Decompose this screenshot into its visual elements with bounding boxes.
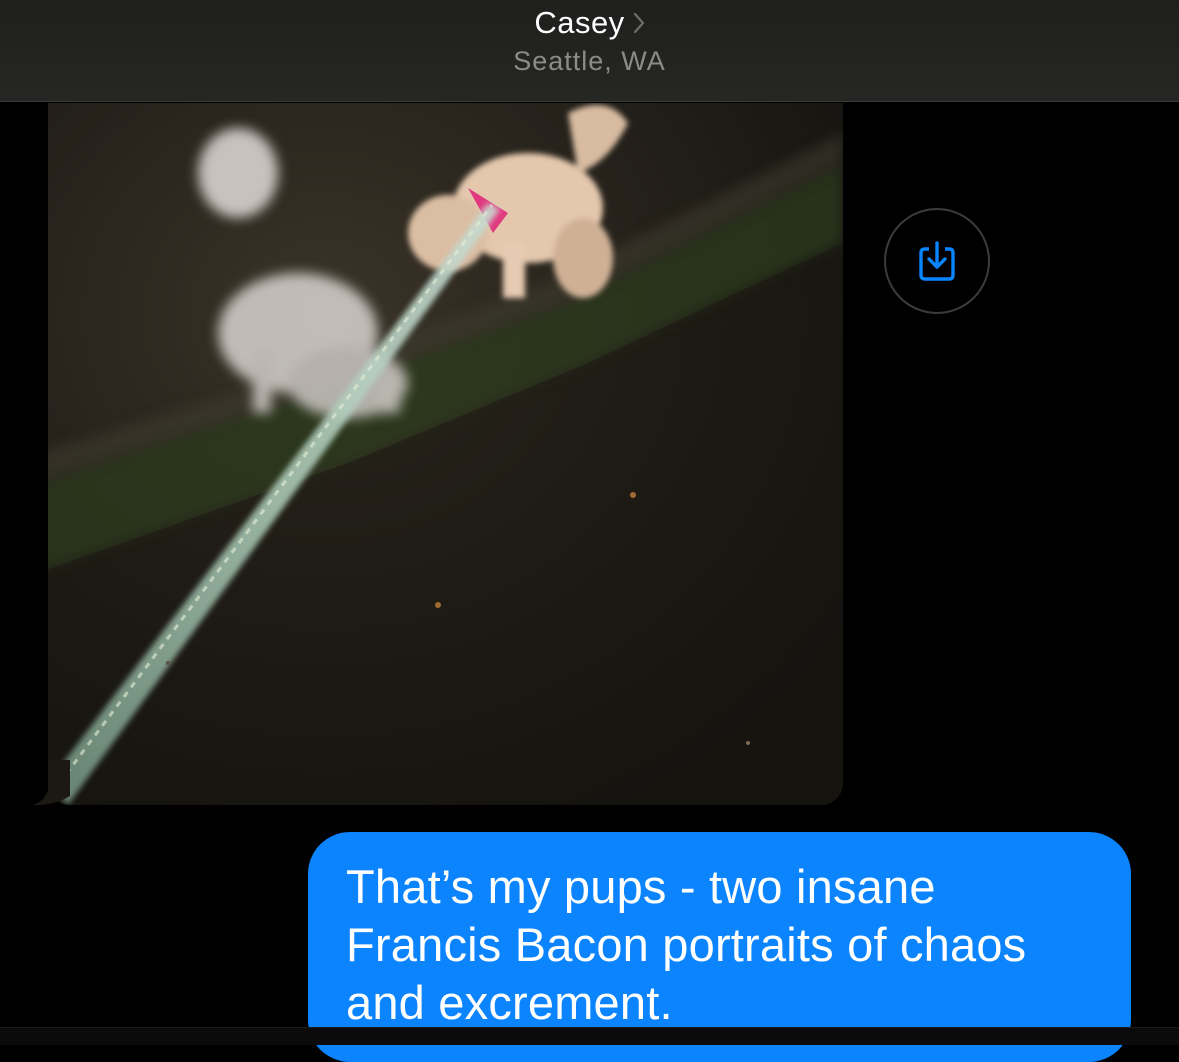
input-bar-edge bbox=[0, 1027, 1179, 1045]
chevron-right-icon bbox=[633, 12, 645, 39]
photo-message[interactable] bbox=[48, 103, 843, 805]
contact-details-button[interactable]: Casey bbox=[534, 4, 644, 42]
message-text: That’s my pups - two insane Francis Baco… bbox=[346, 860, 1027, 1029]
save-download-icon bbox=[919, 241, 955, 281]
save-photo-button[interactable] bbox=[884, 208, 990, 314]
contact-location: Seattle, WA bbox=[513, 46, 666, 76]
photo-bubble-tail bbox=[32, 760, 70, 806]
conversation-header: Casey Seattle, WA bbox=[0, 0, 1179, 102]
contact-name: Casey bbox=[534, 5, 625, 40]
